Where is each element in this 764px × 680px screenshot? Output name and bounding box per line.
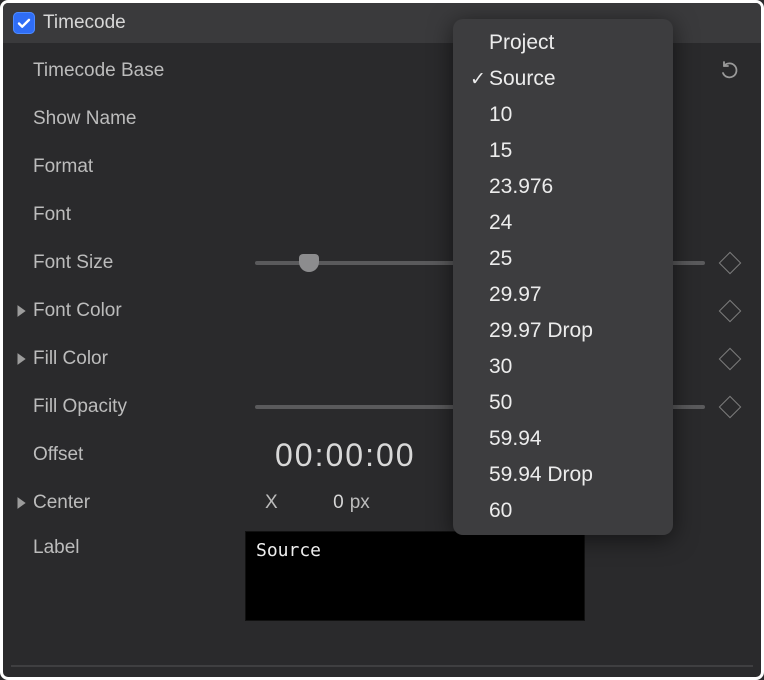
dropdown-option-label: 59.94 Drop <box>489 463 659 487</box>
label-fill-color: Fill Color <box>33 348 245 370</box>
dropdown-option-label: 23.976 <box>489 175 659 199</box>
dropdown-option-label: Project <box>489 31 659 55</box>
disclosure-right-icon <box>15 496 27 510</box>
dropdown-option-label: 29.97 <box>489 283 659 307</box>
dropdown-option-label: Source <box>489 67 659 91</box>
label-fill-opacity: Fill Opacity <box>33 396 245 418</box>
dropdown-option-label: 50 <box>489 391 659 415</box>
dropdown-option[interactable]: 30 <box>453 349 673 385</box>
disclosure-center[interactable] <box>9 496 33 510</box>
disclosure-right-icon <box>15 352 27 366</box>
dropdown-option[interactable]: 29.97 Drop <box>453 313 673 349</box>
slider-thumb[interactable] <box>299 254 319 272</box>
section-title: Timecode <box>43 12 126 34</box>
panel-footer-divider <box>11 665 753 667</box>
dropdown-option-label: 24 <box>489 211 659 235</box>
label-center: Center <box>33 492 245 514</box>
label-format: Format <box>33 156 245 178</box>
dropdown-option[interactable]: 59.94 <box>453 421 673 457</box>
dropdown-option[interactable]: 25 <box>453 241 673 277</box>
undo-button[interactable] <box>715 60 745 82</box>
dropdown-option[interactable]: 59.94 Drop <box>453 457 673 493</box>
dropdown-option-label: 10 <box>489 103 659 127</box>
dropdown-option[interactable]: ✓Source <box>453 61 673 97</box>
inspector-panel: Timecode Timecode Base Show Name For <box>0 0 764 680</box>
center-unit: px <box>350 492 370 514</box>
center-x-value[interactable]: 0 <box>284 492 344 514</box>
label-text-input[interactable] <box>245 531 585 621</box>
dropdown-option[interactable]: 29.97 <box>453 277 673 313</box>
dropdown-option[interactable]: 60 <box>453 493 673 529</box>
keyframe-diamond-icon <box>719 348 742 371</box>
timecode-base-dropdown[interactable]: Project✓Source101523.976242529.9729.97 D… <box>453 19 673 535</box>
dropdown-option-label: 29.97 Drop <box>489 319 659 343</box>
label-font: Font <box>33 204 245 226</box>
label-font-size: Font Size <box>33 252 245 274</box>
dropdown-option[interactable]: 15 <box>453 133 673 169</box>
center-x-axis-label: X <box>265 492 278 514</box>
label-label: Label <box>33 531 245 559</box>
keyframe-font-color[interactable] <box>715 303 745 319</box>
dropdown-option[interactable]: 50 <box>453 385 673 421</box>
disclosure-font-color[interactable] <box>9 304 33 318</box>
dropdown-option-label: 59.94 <box>489 427 659 451</box>
keyframe-fill-color[interactable] <box>715 351 745 367</box>
offset-value[interactable]: 00:00:00 <box>275 437 416 474</box>
dropdown-option[interactable]: 10 <box>453 97 673 133</box>
row-label: Label <box>3 527 761 635</box>
disclosure-right-icon <box>15 304 27 318</box>
keyframe-diamond-icon <box>719 396 742 419</box>
keyframe-diamond-icon <box>719 300 742 323</box>
disclosure-fill-color[interactable] <box>9 352 33 366</box>
timecode-enable-checkbox[interactable] <box>13 12 35 34</box>
checkmark-icon <box>16 15 32 31</box>
dropdown-option-label: 60 <box>489 499 659 523</box>
label-offset: Offset <box>33 444 245 466</box>
dropdown-option-label: 15 <box>489 139 659 163</box>
dropdown-option[interactable]: Project <box>453 25 673 61</box>
dropdown-option[interactable]: 24 <box>453 205 673 241</box>
label-show-name: Show Name <box>33 108 245 130</box>
undo-icon <box>719 60 741 82</box>
keyframe-diamond-icon <box>719 252 742 275</box>
label-font-color: Font Color <box>33 300 245 322</box>
keyframe-font-size[interactable] <box>715 255 745 271</box>
dropdown-option-label: 25 <box>489 247 659 271</box>
keyframe-fill-opacity[interactable] <box>715 399 745 415</box>
check-icon: ✓ <box>467 68 489 91</box>
label-timecode-base: Timecode Base <box>33 60 245 82</box>
dropdown-option-label: 30 <box>489 355 659 379</box>
dropdown-option[interactable]: 23.976 <box>453 169 673 205</box>
